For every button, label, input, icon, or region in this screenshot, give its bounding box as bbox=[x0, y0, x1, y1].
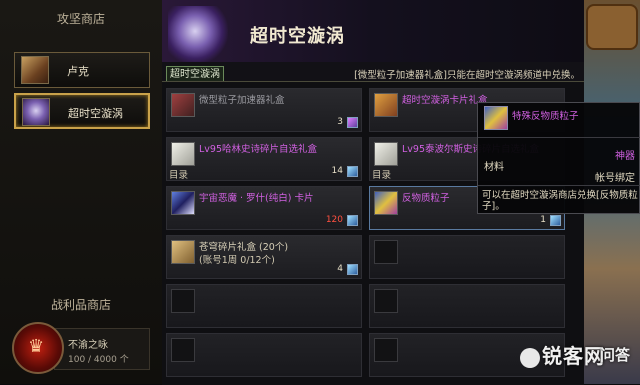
item-price: 14 bbox=[331, 166, 343, 176]
tooltip-divider bbox=[478, 137, 640, 138]
currency-icon bbox=[347, 117, 358, 128]
empty-slot bbox=[369, 284, 565, 328]
empty-slot-icon bbox=[171, 289, 195, 313]
shop-notice: [微型粒子加速器礼盒]只能在超时空漩涡频道中兑换。 bbox=[354, 70, 580, 81]
shop-item[interactable]: 宇宙恶魔 · 罗什(纯白) 卡片 120 bbox=[166, 186, 362, 230]
shop-item[interactable]: Lv95哈林史诗碎片自选礼盒 目录 14 bbox=[166, 137, 362, 181]
tooltip-category: 材料 bbox=[484, 162, 504, 173]
epic-box-icon bbox=[171, 142, 195, 166]
currency-icon bbox=[347, 166, 358, 177]
shop-button-label: 卢克 bbox=[67, 65, 89, 78]
shop-item[interactable]: 苍穹碎片礼盒 (20个) (账号1周 0/12个) 4 bbox=[166, 235, 362, 279]
item-category: 目录 bbox=[372, 170, 392, 181]
tooltip-description: 可以在超时空漩涡商店兑换[反物质粒子]。 bbox=[482, 190, 638, 212]
tooltip-divider bbox=[478, 185, 640, 186]
trophy-currency-name: 不渝之咏 bbox=[68, 340, 108, 351]
tab-vortex[interactable]: 超时空漩涡 bbox=[166, 66, 224, 82]
currency-icon bbox=[347, 264, 358, 275]
watermark-text: 锐客网 bbox=[542, 344, 605, 368]
empty-slot-icon bbox=[374, 289, 398, 313]
clock-icon bbox=[586, 4, 638, 50]
item-price: 1 bbox=[540, 215, 546, 225]
trophy-medal-icon: ♛ bbox=[12, 322, 64, 374]
item-name: 反物质粒子 bbox=[402, 193, 450, 204]
shop-item[interactable]: 微型粒子加速器礼盒 3 bbox=[166, 88, 362, 132]
shop-button-vortex[interactable]: 超时空漩涡 bbox=[14, 93, 150, 129]
shard-box-icon bbox=[171, 240, 195, 264]
item-price: 120 bbox=[325, 215, 343, 225]
shop-title: 攻坚商店 bbox=[56, 12, 105, 26]
item-category: 目录 bbox=[169, 170, 189, 181]
empty-slot-icon bbox=[171, 338, 195, 362]
item-price: 4 bbox=[337, 264, 343, 274]
watermark-logo-icon bbox=[520, 347, 540, 368]
tooltip-item-name: 特殊反物质粒子 bbox=[512, 111, 579, 122]
empty-slot bbox=[166, 284, 362, 328]
item-price: 3 bbox=[337, 117, 343, 127]
currency-icon bbox=[347, 215, 358, 226]
empty-slot-icon bbox=[374, 338, 398, 362]
shop-button-luke[interactable]: 卢克 bbox=[14, 52, 150, 88]
page-title: 超时空漩涡 bbox=[250, 26, 345, 47]
shop-banner: 超时空漩涡 bbox=[162, 0, 584, 62]
empty-slot bbox=[369, 235, 565, 279]
trophy-currency-count: 100 / 4000 个 bbox=[68, 355, 129, 365]
watermark: 锐客网 bbox=[520, 340, 605, 369]
epic-box-icon bbox=[374, 142, 398, 166]
left-panel: 攻坚商店 卢克 超时空漩涡 战利品商店 ♛ 不渝之咏 100 / 4000 个 bbox=[0, 0, 163, 384]
particle-icon bbox=[484, 106, 508, 130]
tooltip-grade: 神器 bbox=[615, 151, 635, 162]
item-name: 宇宙恶魔 · 罗什(纯白) 卡片 bbox=[199, 193, 314, 204]
card-icon bbox=[171, 191, 195, 215]
empty-slot bbox=[166, 333, 362, 377]
item-tooltip: 特殊反物质粒子 神器 材料 帐号绑定 可以在超时空漩涡商店兑换[反物质粒子]。 bbox=[477, 102, 640, 214]
luke-portrait-icon bbox=[21, 56, 49, 84]
shop-button-label: 超时空漩涡 bbox=[68, 107, 123, 120]
currency-icon bbox=[550, 215, 561, 226]
item-name: 微型粒子加速器礼盒 bbox=[199, 95, 285, 106]
item-limit: (账号1周 0/12个) bbox=[199, 255, 275, 266]
empty-slot-icon bbox=[374, 240, 398, 264]
watermark-text-2: 问答 bbox=[600, 346, 631, 364]
trophy-shop-title: 战利品商店 bbox=[50, 298, 111, 312]
tooltip-bind: 帐号绑定 bbox=[595, 173, 635, 184]
vortex-icon bbox=[22, 98, 50, 126]
card-box-icon bbox=[374, 93, 398, 117]
item-name: Lv95哈林史诗碎片自选礼盒 bbox=[199, 144, 318, 155]
particle-icon bbox=[374, 191, 398, 215]
gift-box-icon bbox=[171, 93, 195, 117]
item-name: 超时空漩涡卡片礼盒 bbox=[402, 95, 488, 106]
vortex-banner-icon bbox=[168, 6, 228, 62]
item-name: 苍穹碎片礼盒 (20个) bbox=[199, 242, 289, 253]
